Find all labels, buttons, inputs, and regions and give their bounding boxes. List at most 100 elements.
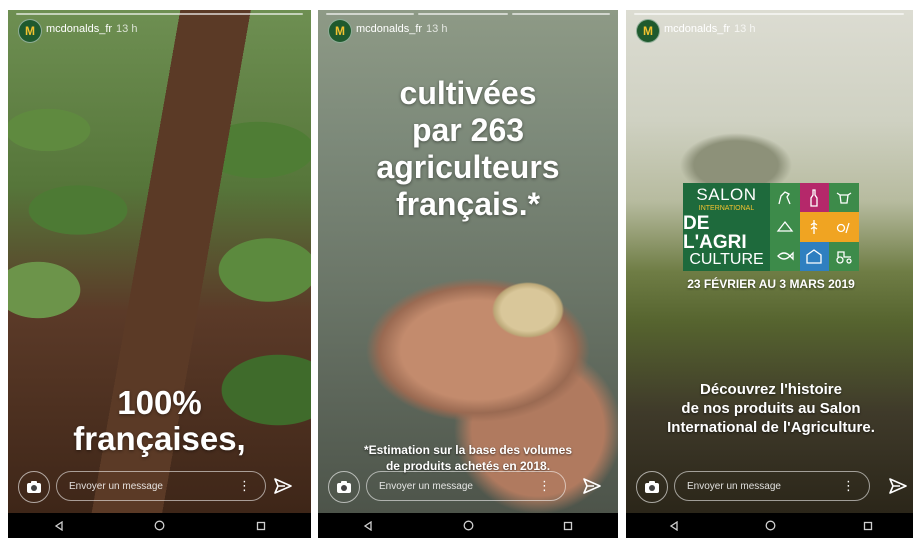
headline-line: cultivées xyxy=(399,75,537,111)
android-nav-bar xyxy=(318,513,618,538)
nav-home-button[interactable] xyxy=(145,516,175,536)
camera-icon xyxy=(337,481,351,493)
headline-line: agriculteurs xyxy=(376,149,560,185)
fish-icon xyxy=(770,241,800,271)
story-user[interactable]: mcdonalds_fr 13 h xyxy=(664,23,755,35)
story-user[interactable]: mcdonalds_fr 13 h xyxy=(356,23,447,35)
message-placeholder: Envoyer un message xyxy=(687,480,781,492)
camera-button[interactable] xyxy=(328,471,360,503)
nav-home-button[interactable] xyxy=(453,516,483,536)
nav-recents-button[interactable] xyxy=(553,516,583,536)
message-input[interactable]: Envoyer un message ⋮ xyxy=(674,471,870,501)
nav-back-button[interactable] xyxy=(44,516,74,536)
message-placeholder: Envoyer un message xyxy=(69,480,163,492)
story-headline: 100% françaises, xyxy=(8,385,311,457)
mcdonalds-logo-icon: M xyxy=(25,24,35,38)
nav-home-icon xyxy=(463,520,473,531)
camera-icon xyxy=(645,481,659,493)
salon-logo-text: SALON INTERNATIONAL DE L'AGRI CULTURE xyxy=(683,183,770,271)
salon-logo-line: DE L'AGRI xyxy=(683,213,747,253)
camera-button[interactable] xyxy=(18,471,50,503)
story-screen-3: M mcdonalds_fr 13 h SALON INTERNATIONAL D… xyxy=(626,10,913,538)
nav-home-button[interactable] xyxy=(756,516,786,536)
story-progress-segment xyxy=(512,13,610,15)
headline-line: françaises, xyxy=(73,420,246,457)
story-time: 13 h xyxy=(734,23,756,35)
send-icon[interactable] xyxy=(888,476,908,496)
username[interactable]: mcdonalds_fr xyxy=(46,23,112,35)
story-body-text: Découvrez l'histoire de nos produits au … xyxy=(626,380,913,437)
reply-bar: Envoyer un message ⋮ xyxy=(8,468,311,506)
camera-icon xyxy=(27,481,41,493)
android-nav-bar xyxy=(626,513,913,538)
send-icon[interactable] xyxy=(582,476,602,496)
reply-bar: Envoyer un message ⋮ xyxy=(626,468,913,506)
nav-recents-icon xyxy=(863,521,872,530)
vegetables-icon xyxy=(829,212,859,242)
story-time: 13 h xyxy=(426,23,448,35)
tractor-icon xyxy=(829,241,859,271)
wheat-icon xyxy=(799,212,830,242)
headline-line: par 263 xyxy=(411,112,525,148)
story-header: M mcdonalds_fr 13 h xyxy=(8,10,311,50)
message-placeholder: Envoyer un message xyxy=(379,480,473,492)
story-screen-2: M mcdonalds_fr 13 h cultivées par 263 agr… xyxy=(318,10,618,538)
android-nav-bar xyxy=(8,513,311,538)
salon-agriculture-logo: SALON INTERNATIONAL DE L'AGRI CULTURE xyxy=(683,183,859,271)
body-line: International de l'Agriculture. xyxy=(667,419,875,436)
story-header: M mcdonalds_fr 13 h xyxy=(626,10,913,50)
more-vertical-icon[interactable]: ⋮ xyxy=(538,479,551,493)
wine-bottle-icon xyxy=(799,183,830,213)
headline-line: français.* xyxy=(395,186,541,222)
avatar[interactable]: M xyxy=(328,19,352,43)
story-user[interactable]: mcdonalds_fr 13 h xyxy=(46,23,137,35)
story-image-field-salon[interactable]: M mcdonalds_fr 13 h SALON INTERNATIONAL D… xyxy=(626,10,913,513)
more-vertical-icon[interactable]: ⋮ xyxy=(842,479,855,493)
avatar[interactable]: M xyxy=(18,19,42,43)
story-headline: cultivées par 263 agriculteurs français.… xyxy=(318,75,618,223)
story-screen-1: M mcdonalds_fr 13 h 100% françaises, Envo… xyxy=(8,10,311,538)
send-icon[interactable] xyxy=(273,476,293,496)
nav-back-icon xyxy=(54,520,63,531)
story-progress-bar xyxy=(16,13,303,15)
username[interactable]: mcdonalds_fr xyxy=(356,23,422,35)
headline-line: 100% xyxy=(117,384,202,421)
message-input[interactable]: Envoyer un message ⋮ xyxy=(56,471,266,501)
nav-back-button[interactable] xyxy=(659,516,689,536)
nav-recents-button[interactable] xyxy=(853,516,883,536)
story-progress-segment xyxy=(418,13,508,15)
cheese-icon xyxy=(770,212,800,242)
nav-back-icon xyxy=(670,520,678,531)
salon-logo-line: CULTURE xyxy=(689,251,764,268)
message-input[interactable]: Envoyer un message ⋮ xyxy=(366,471,566,501)
horse-icon xyxy=(770,183,800,213)
nav-recents-icon xyxy=(563,521,573,530)
salon-dates: 23 FÉVRIER AU 3 MARS 2019 xyxy=(687,277,855,291)
nav-recents-icon xyxy=(256,521,265,530)
salon-logo-line: SALON xyxy=(696,185,757,204)
body-line: Découvrez l'histoire xyxy=(700,381,842,398)
story-time: 13 h xyxy=(116,23,138,35)
story-progress-segment xyxy=(326,13,414,15)
farmhouse-icon xyxy=(799,241,830,271)
nav-recents-button[interactable] xyxy=(246,516,276,536)
nav-home-icon xyxy=(766,520,776,531)
story-header: M mcdonalds_fr 13 h xyxy=(318,10,618,50)
mcdonalds-logo-icon: M xyxy=(643,24,653,38)
salon-logo-icon-grid xyxy=(770,183,859,271)
nav-back-button[interactable] xyxy=(353,516,383,536)
footnote-line: *Estimation sur la base des volumes xyxy=(363,443,573,457)
reply-bar: Envoyer un message ⋮ xyxy=(318,468,618,506)
avatar[interactable]: M xyxy=(636,19,660,43)
cow-icon xyxy=(829,183,859,213)
body-line: de nos produits au Salon xyxy=(681,400,861,417)
more-vertical-icon[interactable]: ⋮ xyxy=(238,479,251,493)
story-image-potato-hands[interactable]: M mcdonalds_fr 13 h cultivées par 263 agr… xyxy=(318,10,618,513)
story-image-potato-field[interactable]: M mcdonalds_fr 13 h 100% françaises, Envo… xyxy=(8,10,311,513)
mcdonalds-logo-icon: M xyxy=(335,24,345,38)
nav-back-icon xyxy=(363,520,372,531)
username[interactable]: mcdonalds_fr xyxy=(664,23,730,35)
salon-logo-line: INTERNATIONAL xyxy=(698,205,755,212)
camera-button[interactable] xyxy=(636,471,668,503)
nav-home-icon xyxy=(154,520,165,531)
